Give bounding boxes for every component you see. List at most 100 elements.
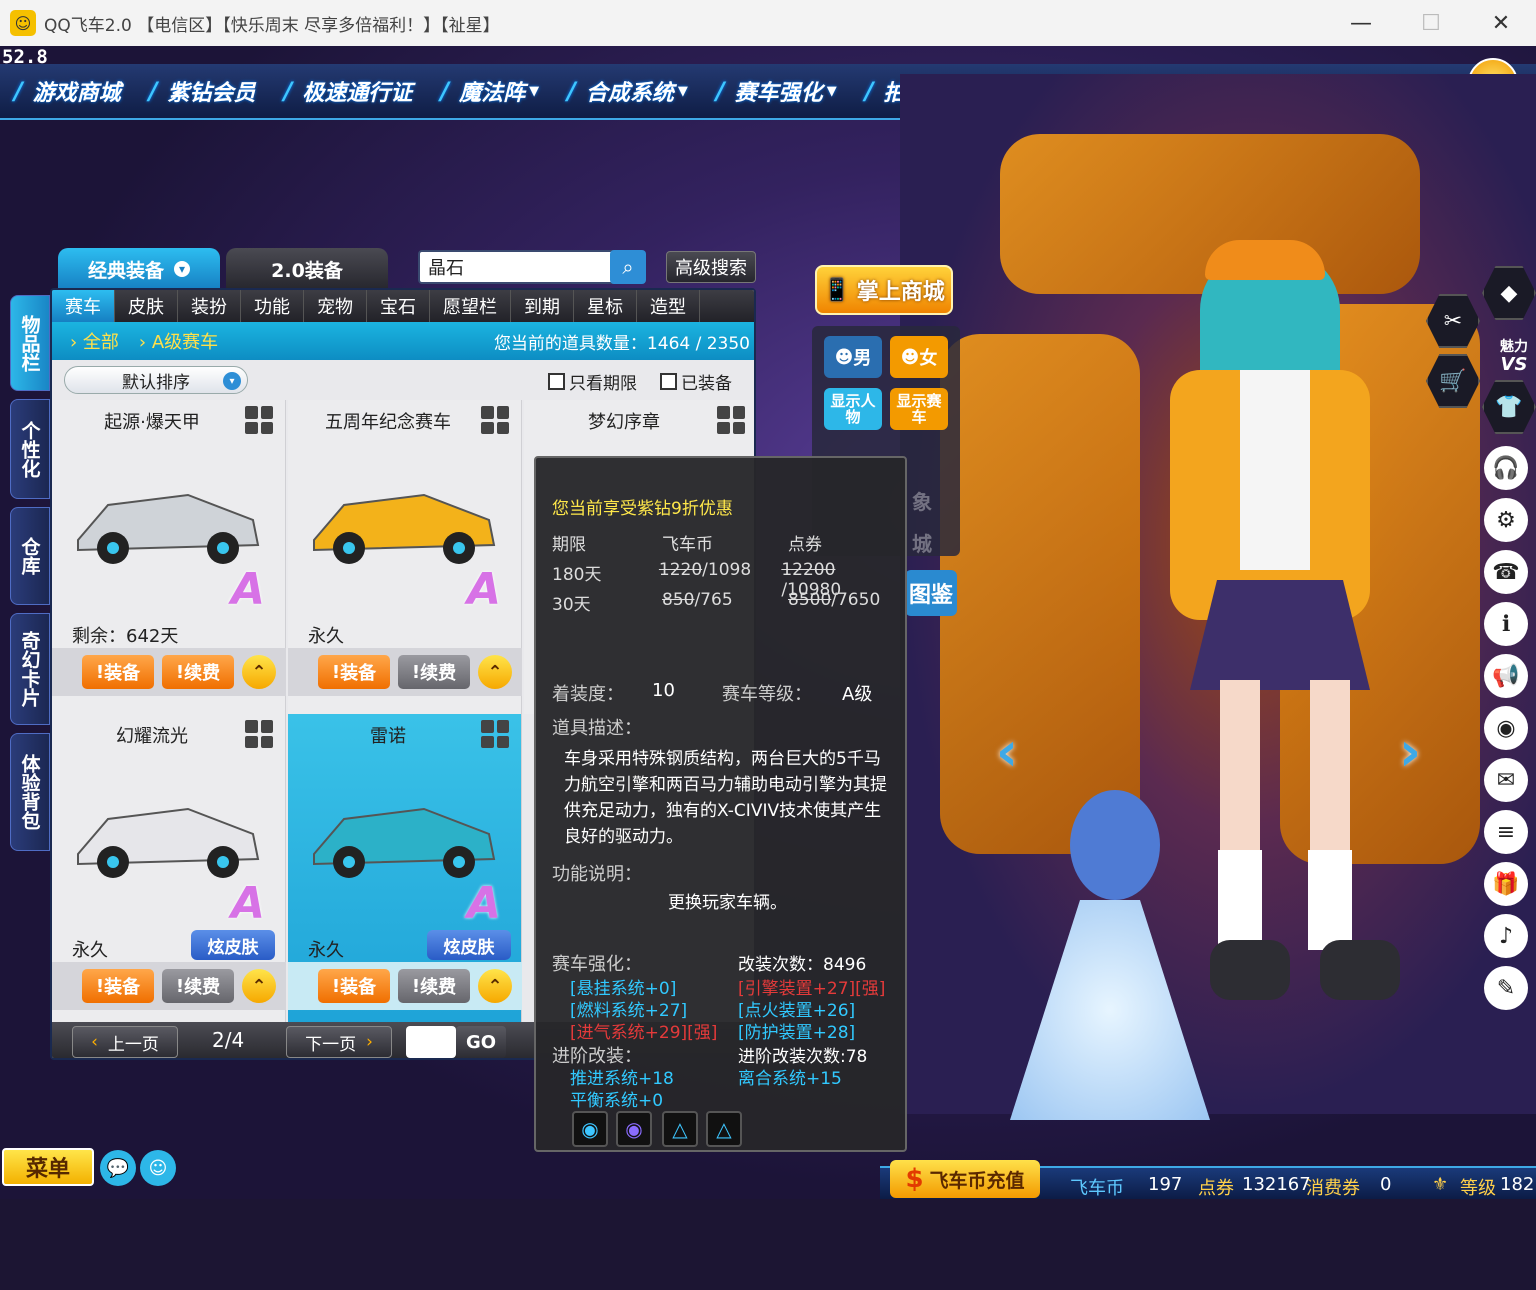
notes-icon[interactable]: ≡ [1484, 810, 1528, 854]
func-text: 更换玩家车辆。 [668, 893, 787, 913]
friends-icon[interactable]: ☺ [140, 1150, 176, 1186]
next-page-button[interactable]: 下一页 › [286, 1026, 392, 1058]
category-tab-9[interactable]: 造型 [637, 290, 700, 322]
female-button[interactable]: ☻ 女 [890, 336, 948, 378]
crumb-sub[interactable]: › A级赛车 [139, 328, 218, 354]
category-tab-4[interactable]: 宠物 [304, 290, 367, 322]
renew-button[interactable]: ! 续费 [398, 969, 470, 1003]
title-bar: ☺ QQ飞车2.0 【电信区】【快乐周末 尽享多倍福利！】【祉星】 — ☐ ✕ [0, 0, 1536, 46]
minimize-icon[interactable]: — [1326, 0, 1396, 46]
upgrade-icon[interactable]: ⌃ [478, 655, 512, 689]
item-card[interactable]: 五周年纪念赛车 A 永久! 装备! 续费 ⌃ [288, 400, 522, 714]
item-name: 梦幻序章 [588, 412, 660, 433]
advanced-search-button[interactable]: 高级搜索 [666, 251, 756, 283]
menu-button[interactable]: 菜单 [2, 1148, 94, 1186]
renew-button[interactable]: ! 续费 [398, 655, 470, 689]
palm-shop-button[interactable]: 📱 掌上商城 [815, 265, 953, 315]
tab-trial-bag[interactable]: 体验背包 [10, 733, 50, 851]
item-card[interactable]: 雷诺 A 永久 炫皮肤! 装备! 续费 ⌃ [288, 714, 522, 1028]
equip-button[interactable]: ! 装备 [318, 655, 390, 689]
nav-item-0[interactable]: / 游戏商城 [0, 63, 135, 119]
chevron-down-icon: ▾ [174, 261, 190, 277]
info-icon[interactable]: ℹ [1484, 602, 1528, 646]
item-name: 幻耀流光 [116, 726, 188, 747]
tab-fantasy-cards[interactable]: 奇幻卡片 [10, 613, 50, 725]
go-button[interactable]: GO [456, 1026, 506, 1058]
cart-icon[interactable]: 🛒 [1426, 354, 1480, 408]
equip-button[interactable]: ! 装备 [82, 969, 154, 1003]
grid-icon[interactable] [481, 406, 509, 434]
category-tab-2[interactable]: 装扮 [178, 290, 241, 322]
upgrade-icon[interactable]: ⌃ [242, 969, 276, 1003]
skin-badge[interactable]: 炫皮肤 [191, 930, 275, 960]
music-icon[interactable]: ♪ [1484, 914, 1528, 958]
gear-icon[interactable]: ⚙ [1484, 498, 1528, 542]
prev-page-button[interactable]: ‹ 上一页 [72, 1026, 178, 1058]
renew-button[interactable]: ! 续费 [162, 655, 234, 689]
tab-personalize[interactable]: 个性化 [10, 399, 50, 499]
category-tab-1[interactable]: 皮肤 [115, 290, 178, 322]
nav-item-5[interactable]: / 赛车强化 ▼ [702, 63, 851, 119]
category-tab-8[interactable]: 星标 [574, 290, 637, 322]
category-tab-7[interactable]: 到期 [511, 290, 574, 322]
skin-badge[interactable]: 炫皮肤 [427, 930, 511, 960]
gem-icon[interactable]: ◆ [1482, 266, 1536, 320]
category-tab-3[interactable]: 功能 [241, 290, 304, 322]
handbook-button[interactable]: 图鉴 [905, 570, 957, 616]
rotate-right-icon[interactable]: › [1388, 720, 1432, 783]
sort-select[interactable]: 默认排序 ▾ [64, 366, 248, 394]
grade-badge: A [466, 878, 501, 929]
show-character-button[interactable]: 显示人物 [824, 388, 882, 430]
equip-button[interactable]: ! 装备 [82, 655, 154, 689]
empty-slot-icon[interactable]: △ [662, 1111, 698, 1147]
tool-icon[interactable]: ✂ [1426, 294, 1480, 348]
remaining-time: 剩余：642天 [72, 626, 179, 647]
nav-item-2[interactable]: / 极速通行证 [270, 63, 427, 119]
item-card[interactable]: 起源·爆天甲 A 剩余：642天! 装备! 续费 ⌃ [52, 400, 286, 714]
grid-icon[interactable] [245, 720, 273, 748]
crumb-all[interactable]: › 全部 [70, 328, 119, 354]
male-button[interactable]: ☻ 男 [824, 336, 882, 378]
nav-item-1[interactable]: / 紫钻会员 [135, 63, 270, 119]
equip-button[interactable]: ! 装备 [318, 969, 390, 1003]
category-tab-6[interactable]: 愿望栏 [430, 290, 511, 322]
grid-icon[interactable] [481, 720, 509, 748]
tab-inventory[interactable]: 物品栏 [10, 295, 50, 391]
grid-icon[interactable] [245, 406, 273, 434]
gem-slot-icon[interactable]: ◉ [572, 1111, 608, 1147]
ticket-label: 点券 [1198, 1178, 1234, 1199]
show-car-button[interactable]: 显示赛车 [890, 388, 948, 430]
equipped-checkbox[interactable]: 已装备 [660, 369, 732, 394]
chat-bubble-icon[interactable]: 💬 [100, 1150, 136, 1186]
upgrade-icon[interactable]: ⌃ [242, 655, 276, 689]
camera-icon[interactable]: ◉ [1484, 706, 1528, 750]
service-icon[interactable]: ☎ [1484, 550, 1528, 594]
maximize-icon[interactable]: ☐ [1396, 0, 1466, 46]
upgrade-icon[interactable]: ⌃ [478, 969, 512, 1003]
grid-icon[interactable] [717, 406, 745, 434]
consume-value: 0 [1380, 1174, 1392, 1195]
gem-slot-icon[interactable]: ◉ [616, 1111, 652, 1147]
tab-classic[interactable]: 经典装备 ▾ [58, 248, 220, 290]
tab-warehouse[interactable]: 仓库 [10, 507, 50, 605]
category-tab-0[interactable]: 赛车 [52, 290, 115, 322]
chat-icon[interactable]: ✎ [1484, 966, 1528, 1010]
category-tab-5[interactable]: 宝石 [367, 290, 430, 322]
page-input[interactable] [406, 1026, 456, 1058]
empty-slot-icon[interactable]: △ [706, 1111, 742, 1147]
rotate-left-icon[interactable]: ‹ [985, 720, 1029, 783]
tab-v2[interactable]: 2.0装备 [226, 248, 388, 290]
renew-button[interactable]: ! 续费 [162, 969, 234, 1003]
nav-item-3[interactable]: / 魔法阵 ▼ [426, 63, 553, 119]
mail-icon[interactable]: ✉ [1484, 758, 1528, 802]
search-icon[interactable]: ⌕ [610, 250, 646, 284]
recharge-button[interactable]: $ 飞车币充值 [890, 1160, 1040, 1198]
enhance-item: [进气系统+29][强] [570, 1023, 718, 1043]
close-icon[interactable]: ✕ [1466, 0, 1536, 46]
nav-item-4[interactable]: / 合成系统 ▼ [553, 63, 702, 119]
only-expiring-checkbox[interactable]: 只看期限 [548, 369, 637, 394]
gift-icon[interactable]: 🎁 [1484, 862, 1528, 906]
item-card[interactable]: 幻耀流光 A 永久 炫皮肤! 装备! 续费 ⌃ [52, 714, 286, 1028]
headset-icon[interactable]: 🎧 [1484, 446, 1528, 490]
speaker-icon[interactable]: 📢 [1484, 654, 1528, 698]
